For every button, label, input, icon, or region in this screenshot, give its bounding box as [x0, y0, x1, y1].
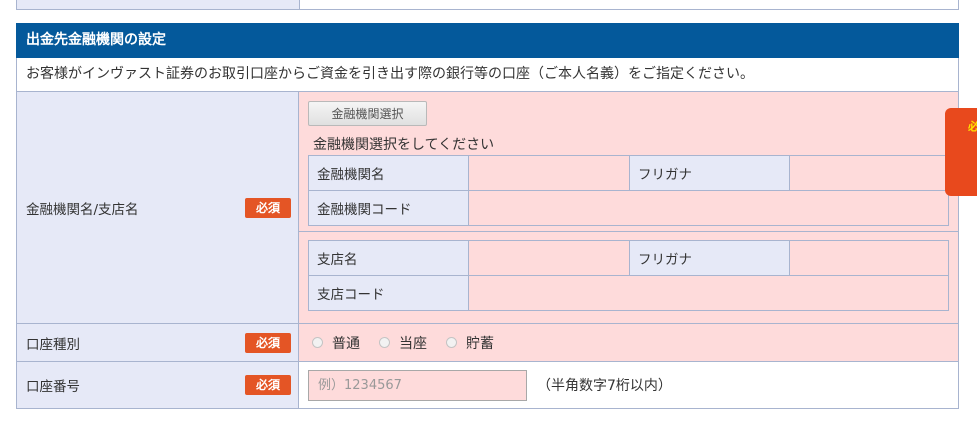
section-description: お客様がインヴァスト証券のお取引口座からご資金を引き出す際の銀行等の口座（ご本人…	[16, 58, 959, 92]
branch-code-label: 支店コード	[308, 275, 469, 311]
bank-name-label: 金融機関名	[308, 155, 469, 191]
account-number-label-cell: 口座番号 必須	[17, 362, 299, 408]
branch-furigana-label: フリガナ	[629, 240, 790, 276]
account-type-value-cell: 普通 当座 貯蓄	[299, 324, 958, 361]
radio-option-chochiku[interactable]: 貯蓄	[446, 333, 494, 353]
bank-block: 金融機関選択 金融機関選択をしてください 金融機関名 フリガナ 金融機関コード	[299, 92, 958, 232]
bank-furigana-value	[789, 155, 949, 191]
radio-label: 普通	[332, 335, 360, 352]
side-tab-label: 必	[968, 120, 977, 133]
branch-info-table: 支店名 フリガナ 支店コード	[308, 240, 949, 311]
branch-furigana-value	[789, 240, 949, 276]
radio-label: 当座	[399, 335, 427, 352]
bank-code-label: 金融機関コード	[308, 190, 469, 226]
bank-code-value	[468, 190, 949, 226]
radio-button[interactable]	[446, 337, 457, 348]
required-badge: 必須	[245, 375, 291, 395]
bank-name-value	[468, 155, 630, 191]
account-type-label: 口座種別	[26, 336, 80, 353]
account-number-input[interactable]	[308, 370, 527, 401]
withdrawal-bank-section: 出金先金融機関の設定 お客様がインヴァスト証券のお取引口座からご資金を引き出す際…	[16, 23, 959, 409]
radio-button[interactable]	[312, 337, 323, 348]
account-number-value-cell: （半角数字7桁以内）	[299, 362, 958, 408]
previous-label-cell	[17, 0, 300, 9]
bank-branch-value-cell: 金融機関選択 金融機関選択をしてください 金融機関名 フリガナ 金融機関コード	[299, 92, 958, 323]
section-title: 出金先金融機関の設定	[16, 23, 959, 58]
side-required-tab[interactable]: 必	[945, 108, 977, 196]
branch-code-value	[468, 275, 949, 311]
radio-option-toza[interactable]: 当座	[379, 333, 427, 353]
branch-name-value	[468, 240, 630, 276]
radio-label: 貯蓄	[466, 335, 494, 352]
account-number-note: （半角数字7桁以内）	[537, 378, 672, 394]
account-type-label-cell: 口座種別 必須	[17, 324, 299, 361]
required-badge: 必須	[245, 197, 291, 218]
account-type-row: 口座種別 必須 普通 当座 貯蓄	[16, 324, 959, 362]
bank-branch-row: 金融機関名/支店名 必須 金融機関選択 金融機関選択をしてください 金融機関名 …	[16, 92, 959, 324]
bank-select-button[interactable]: 金融機関選択	[308, 101, 427, 126]
radio-option-futsu[interactable]: 普通	[312, 333, 360, 353]
account-number-row: 口座番号 必須 （半角数字7桁以内）	[16, 362, 959, 409]
account-type-radio-group: 普通 当座 貯蓄	[312, 324, 513, 361]
radio-button[interactable]	[379, 337, 390, 348]
bank-furigana-label: フリガナ	[629, 155, 790, 191]
account-number-label: 口座番号	[26, 379, 80, 395]
bank-select-hint: 金融機関選択をしてください	[313, 137, 495, 153]
required-badge: 必須	[245, 332, 291, 353]
branch-name-label: 支店名	[308, 240, 469, 276]
bank-branch-label: 金融機関名/支店名	[26, 201, 139, 218]
bank-branch-label-cell: 金融機関名/支店名 必須	[17, 92, 299, 323]
previous-table-fragment	[16, 0, 959, 10]
bank-info-table: 金融機関名 フリガナ 金融機関コード	[308, 155, 949, 226]
